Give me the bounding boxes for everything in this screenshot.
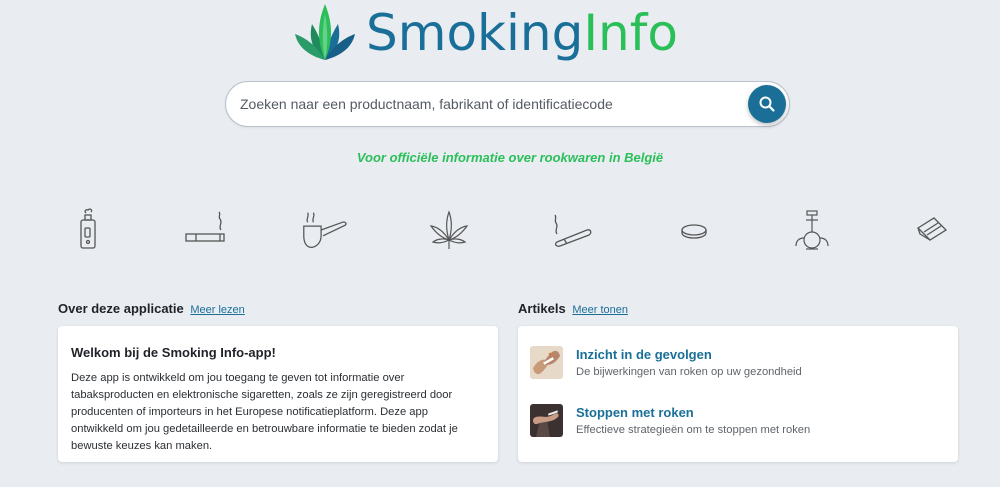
tagline: Voor officiële informatie over rookwaren… xyxy=(356,150,664,165)
category-pipe[interactable] xyxy=(298,206,350,254)
category-e-cigarette[interactable] xyxy=(62,206,114,254)
pipe-icon xyxy=(303,212,347,248)
brand-part-1: Smoking xyxy=(366,4,584,62)
show-more-link[interactable]: Meer tonen xyxy=(572,304,628,316)
article-thumbnail-hands xyxy=(530,346,563,379)
read-more-link[interactable]: Meer lezen xyxy=(190,304,244,316)
search-icon xyxy=(759,96,775,112)
about-section-header: Over deze applicatie Meer lezen xyxy=(58,301,245,316)
category-waterpipe[interactable] xyxy=(786,206,838,254)
articles-section-header: Artikels Meer tonen xyxy=(518,301,628,316)
search-bar xyxy=(225,81,790,127)
category-rolling-tobacco[interactable] xyxy=(906,206,958,254)
article-subtitle: De bijwerkingen van roken op uw gezondhe… xyxy=(576,366,802,378)
e-cigarette-icon xyxy=(80,208,96,249)
brand-part-2: Info xyxy=(583,4,678,62)
category-nicotine-pouch[interactable] xyxy=(668,206,720,254)
cigarette-icon xyxy=(185,211,225,242)
nicotine-pouch-icon xyxy=(681,224,707,239)
rolling-tobacco-icon xyxy=(916,217,948,241)
category-cigar[interactable] xyxy=(546,206,598,254)
article-thumbnail-stop xyxy=(530,404,563,437)
about-card-text: Deze app is ontwikkeld om jou toegang te… xyxy=(71,372,458,452)
article-title: Inzicht in de gevolgen xyxy=(576,347,712,362)
article-item[interactable]: Inzicht in de gevolgen De bijwerkingen v… xyxy=(530,346,802,379)
about-card-title: Welkom bij de Smoking Info-app! xyxy=(71,345,276,360)
brand-name: SmokingInfo xyxy=(366,0,678,66)
article-title: Stoppen met roken xyxy=(576,405,694,420)
article-subtitle: Effectieve strategieën om te stoppen met… xyxy=(576,424,811,436)
category-bar xyxy=(48,206,978,254)
articles-card: Inzicht in de gevolgen De bijwerkingen v… xyxy=(518,326,958,462)
leaf-logo-icon xyxy=(295,4,355,60)
article-item[interactable]: Stoppen met roken Effectieve strategieën… xyxy=(530,404,810,437)
category-cigarette[interactable] xyxy=(180,206,232,254)
cigar-icon xyxy=(554,214,592,247)
waterpipe-icon xyxy=(795,210,829,250)
search-button[interactable] xyxy=(748,85,786,123)
app-logo[interactable]: SmokingInfo xyxy=(292,0,678,66)
articles-section-title: Artikels xyxy=(518,301,566,316)
cannabis-leaf-icon xyxy=(429,210,469,249)
search-input[interactable] xyxy=(226,82,748,126)
about-card: Welkom bij de Smoking Info-app! Deze app… xyxy=(58,326,498,462)
category-cannabis[interactable] xyxy=(423,206,475,254)
about-section-title: Over deze applicatie xyxy=(58,301,184,316)
